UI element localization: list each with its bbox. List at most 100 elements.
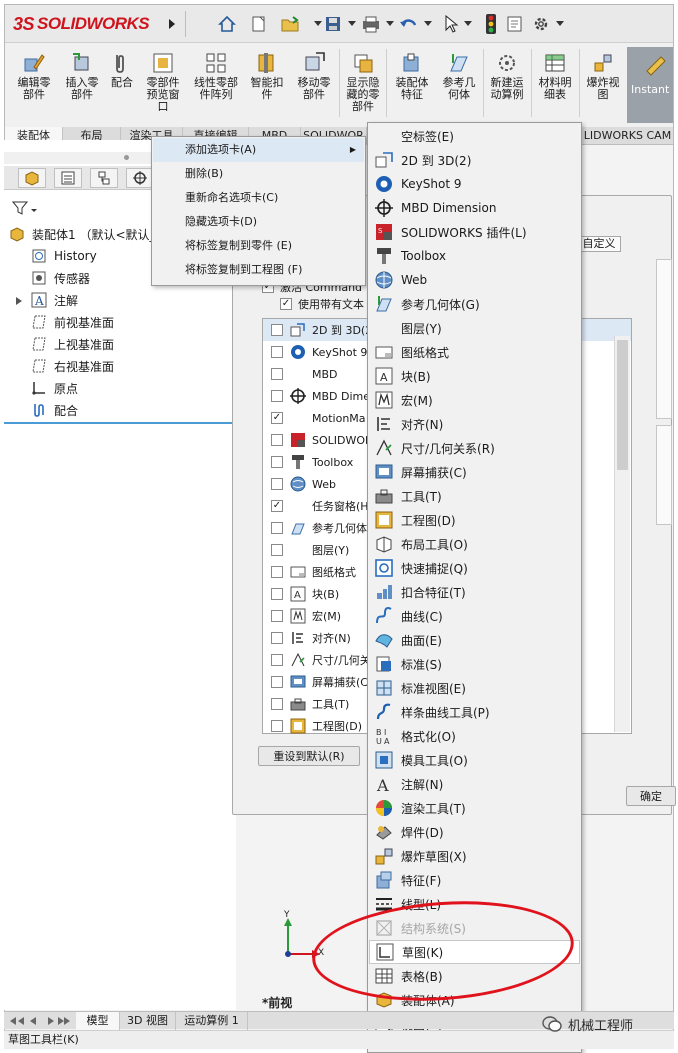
configuration-manager-tab[interactable] bbox=[90, 168, 118, 188]
submenu-item-surfaces[interactable]: 曲面(E) bbox=[369, 628, 580, 652]
edit-component-button[interactable]: 编辑零 部件 bbox=[9, 47, 59, 125]
component-preview-button[interactable]: 零部件 预览窗 口 bbox=[139, 47, 187, 125]
use-large-buttons-option[interactable]: ✓ 使用带有文本 bbox=[280, 296, 364, 312]
submenu-item-toolbox[interactable]: Toolbox bbox=[369, 244, 580, 268]
submenu-item-weldments[interactable]: 焊件(D) bbox=[369, 820, 580, 844]
new-document-icon[interactable] bbox=[249, 14, 269, 34]
assembly-features-button[interactable]: 装配体 特征 bbox=[389, 47, 435, 125]
dropdown-arrow-icon[interactable] bbox=[553, 14, 567, 34]
exploded-view-button[interactable]: 爆炸视 图 bbox=[581, 47, 625, 125]
file-properties-icon[interactable] bbox=[505, 14, 525, 34]
tab-solidworks-cam[interactable]: LIDWORKS CAM bbox=[581, 127, 673, 145]
submenu-item-sheet-format[interactable]: 图纸格式 bbox=[369, 340, 580, 364]
property-manager-tab[interactable] bbox=[54, 168, 82, 188]
tab-custom[interactable]: 自定义 bbox=[577, 236, 621, 252]
rebuild-traffic-light-icon[interactable] bbox=[481, 14, 501, 34]
tree-root-assembly[interactable]: 装配体1 （默认<默认_ bbox=[8, 224, 156, 244]
tab-3d-view[interactable]: 3D 视图 bbox=[120, 1012, 176, 1030]
use-large-buttons-checkbox[interactable]: ✓ bbox=[280, 298, 292, 310]
submenu-item-keyshot[interactable]: KeyShot 9 bbox=[369, 172, 580, 196]
print-icon[interactable] bbox=[361, 14, 381, 34]
insert-component-button[interactable]: 插入零 部件 bbox=[59, 47, 105, 125]
submenu-item-item-0[interactable]: 空标签(E) bbox=[369, 124, 580, 148]
submenu-item-standard[interactable]: 标准(S) bbox=[369, 652, 580, 676]
list-checkbox[interactable] bbox=[271, 610, 283, 622]
linear-pattern-button[interactable]: 线性零部 件阵列 bbox=[187, 47, 245, 125]
list-checkbox[interactable] bbox=[271, 632, 283, 644]
submenu-item-drawing[interactable]: 工程图(D) bbox=[369, 508, 580, 532]
tree-item-history[interactable]: History bbox=[30, 246, 97, 266]
tree-item-annotations[interactable]: A 注解 bbox=[30, 290, 78, 310]
submenu-item-item-8[interactable]: 图层(Y) bbox=[369, 316, 580, 340]
dropdown-arrow-icon[interactable] bbox=[461, 14, 475, 34]
submenu-item-explode-sketch[interactable]: 爆炸草图(X) bbox=[369, 844, 580, 868]
gear-icon[interactable] bbox=[531, 14, 551, 34]
submenu-item-spline-tools[interactable]: 样条曲线工具(P) bbox=[369, 700, 580, 724]
submenu-item-screen-capture[interactable]: 屏幕捕获(C) bbox=[369, 460, 580, 484]
show-hidden-components-button[interactable]: 显示隐 藏的零 部件 bbox=[341, 47, 385, 125]
feature-manager-tab[interactable] bbox=[18, 168, 46, 188]
open-folder-icon[interactable] bbox=[281, 14, 301, 34]
submenu-item-render-tools[interactable]: 渲染工具(T) bbox=[369, 796, 580, 820]
submenu-item-macro[interactable]: 宏(M) bbox=[369, 388, 580, 412]
menu-item-add-tab[interactable]: 添加选项卡(A) ▶ bbox=[153, 138, 364, 162]
submenu-item-mold-tools[interactable]: 模具工具(O) bbox=[369, 748, 580, 772]
tab-model[interactable]: 模型 bbox=[76, 1012, 120, 1030]
tree-item-mates[interactable]: 配合 bbox=[30, 400, 78, 420]
new-motion-study-button[interactable]: 新建运 动算例 bbox=[485, 47, 529, 125]
reset-defaults-button[interactable]: 重设到默认(R) bbox=[258, 746, 360, 766]
menu-item-copy-to-drawing[interactable]: 将标签复制到工程图 (F) bbox=[153, 258, 364, 282]
scrollbar-thumb[interactable] bbox=[617, 340, 628, 470]
dropdown-arrow-icon[interactable] bbox=[345, 14, 359, 34]
submenu-item-web-globe[interactable]: Web bbox=[369, 268, 580, 292]
instant3d-button[interactable]: Instant bbox=[627, 47, 673, 123]
list-checkbox[interactable] bbox=[271, 324, 283, 336]
list-checkbox[interactable] bbox=[271, 566, 283, 578]
dropdown-arrow-icon[interactable] bbox=[383, 14, 397, 34]
save-icon[interactable] bbox=[323, 14, 343, 34]
menu-item-hide-tab[interactable]: 隐藏选项卡(D) bbox=[153, 210, 364, 234]
list-checkbox[interactable]: ✓ bbox=[271, 500, 283, 512]
list-checkbox[interactable] bbox=[271, 522, 283, 534]
submenu-item-annotation[interactable]: A 注解(N) bbox=[369, 772, 580, 796]
submenu-item-layout-tools[interactable]: 布局工具(O) bbox=[369, 532, 580, 556]
dropdown-arrow-icon[interactable] bbox=[421, 14, 435, 34]
list-scrollbar[interactable] bbox=[614, 336, 630, 732]
expand-chevron-icon[interactable] bbox=[16, 295, 24, 305]
submenu-item-standard-views[interactable]: 标准视图(E) bbox=[369, 676, 580, 700]
list-checkbox[interactable] bbox=[271, 720, 283, 732]
menu-item-rename-tab[interactable]: 重新命名选项卡(C) bbox=[153, 186, 364, 210]
list-checkbox[interactable] bbox=[271, 654, 283, 666]
tab-nav-arrows[interactable] bbox=[8, 1015, 72, 1027]
list-checkbox[interactable] bbox=[271, 456, 283, 468]
submenu-item-features[interactable]: 特征(F) bbox=[369, 868, 580, 892]
list-checkbox[interactable] bbox=[271, 346, 283, 358]
list-checkbox[interactable] bbox=[271, 390, 283, 402]
submenu-item-fastening-features[interactable]: 扣合特征(T) bbox=[369, 580, 580, 604]
list-checkbox[interactable] bbox=[271, 478, 283, 490]
menu-item-copy-to-part[interactable]: 将标签复制到零件 (E) bbox=[153, 234, 364, 258]
submenu-item-mbd-dimension[interactable]: MBD Dimension bbox=[369, 196, 580, 220]
list-checkbox[interactable] bbox=[271, 434, 283, 446]
filter-button[interactable] bbox=[11, 200, 42, 218]
tree-item-sensors[interactable]: 传感器 bbox=[30, 268, 90, 288]
ok-button[interactable]: 确定 bbox=[626, 786, 676, 806]
home-icon[interactable] bbox=[217, 14, 237, 34]
tree-item-right-plane[interactable]: 右视基准面 bbox=[30, 356, 114, 376]
list-checkbox[interactable]: ✓ bbox=[271, 412, 283, 424]
undo-icon[interactable] bbox=[399, 14, 419, 34]
submenu-item-align[interactable]: 对齐(N) bbox=[369, 412, 580, 436]
list-checkbox[interactable] bbox=[271, 368, 283, 380]
bom-button[interactable]: 材料明 细表 bbox=[533, 47, 577, 125]
submenu-item-curves[interactable]: 曲线(C) bbox=[369, 604, 580, 628]
tree-item-origin[interactable]: 原点 bbox=[30, 378, 78, 398]
submenu-item-formatting[interactable]: B I U A 格式化(O) bbox=[369, 724, 580, 748]
dimxpert-tab[interactable] bbox=[126, 168, 154, 188]
select-cursor-icon[interactable] bbox=[441, 14, 461, 34]
submenu-item-block[interactable]: A 块(B) bbox=[369, 364, 580, 388]
submenu-item-2d-to-3d[interactable]: 2D 到 3D(2) bbox=[369, 148, 580, 172]
list-checkbox[interactable] bbox=[271, 544, 283, 556]
mate-button[interactable]: 配合 bbox=[105, 47, 139, 125]
smart-fasteners-button[interactable]: 智能扣 件 bbox=[245, 47, 289, 125]
submenu-item-tools[interactable]: 工具(T) bbox=[369, 484, 580, 508]
